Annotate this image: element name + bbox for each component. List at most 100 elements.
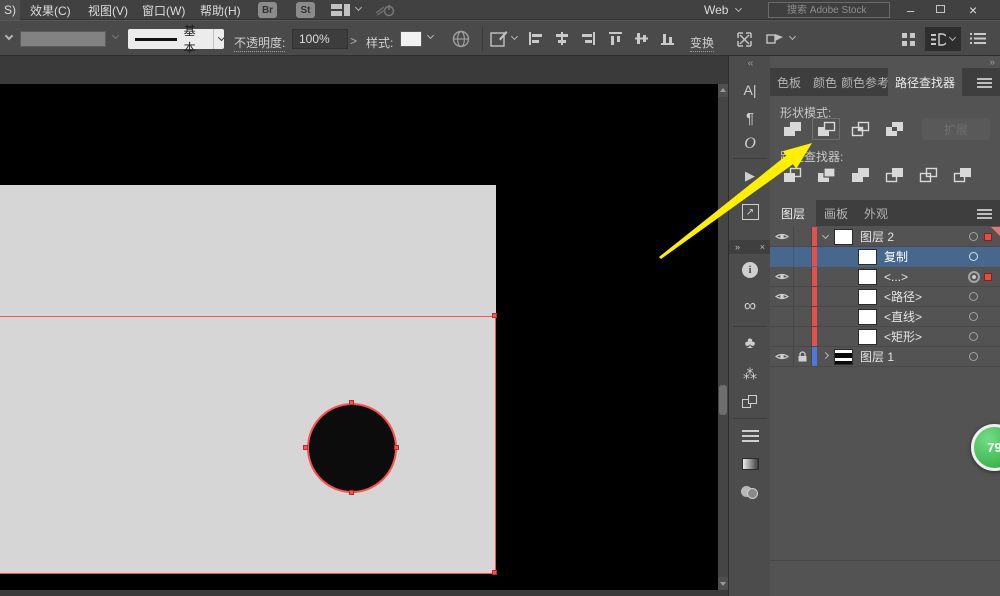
symbols-panel-icon[interactable]: ♣ [729, 332, 771, 356]
anchor-point[interactable] [492, 313, 497, 318]
anchor-point[interactable] [349, 400, 354, 405]
layer-label[interactable]: 图层 2 [860, 228, 894, 245]
layer-label[interactable]: <路径> [884, 288, 922, 305]
tab-color[interactable]: 颜色 [808, 68, 842, 96]
stroke-panel-icon[interactable] [729, 424, 771, 448]
unite-button[interactable] [778, 118, 806, 140]
restore-button[interactable] [936, 5, 945, 13]
target-circle[interactable] [969, 292, 978, 301]
target-circle[interactable] [969, 232, 978, 241]
layer-thumbnail[interactable] [834, 229, 853, 245]
outline-button[interactable] [914, 164, 942, 186]
layer-row[interactable]: <矩形> [770, 327, 1000, 347]
style-swatch[interactable] [400, 31, 422, 47]
bridge-button[interactable]: Br [258, 2, 277, 18]
workspace-chevron-icon[interactable] [355, 4, 362, 11]
tab-artboards[interactable]: 画板 [816, 200, 856, 226]
stroke-swatch[interactable] [20, 31, 106, 47]
layer-row-selected[interactable]: 复制 [770, 247, 1000, 267]
lock-cell[interactable] [794, 247, 812, 266]
tab-appearance[interactable]: 外观 [856, 200, 896, 226]
symbol-sprayer-icon[interactable]: ⁂ [729, 362, 771, 386]
style-label[interactable]: 样式: [366, 34, 393, 51]
anchor-point[interactable] [492, 570, 497, 575]
select-similar-chevron-icon[interactable] [789, 33, 796, 40]
lock-cell[interactable] [794, 267, 812, 286]
dock-collapse-icon[interactable]: ‹‹ [729, 58, 771, 69]
menu-item-window[interactable]: 窗口(W) [138, 0, 189, 20]
globe-icon[interactable] [452, 30, 470, 48]
panel-menu-icon[interactable] [977, 209, 992, 219]
opacity-label[interactable]: 不透明度: [234, 34, 285, 52]
visibility-toggle[interactable] [770, 327, 794, 346]
anchor-point[interactable] [303, 445, 308, 450]
character-panel-icon[interactable]: A| [729, 78, 771, 102]
panel-menu-icon[interactable] [977, 78, 992, 88]
trim-button[interactable] [812, 164, 840, 186]
visibility-toggle[interactable] [770, 307, 794, 326]
lock-cell[interactable] [794, 307, 812, 326]
visibility-toggle[interactable] [770, 267, 794, 286]
lock-cell[interactable] [794, 327, 812, 346]
menu-item-view[interactable]: 视图(V) [84, 0, 132, 20]
panel-collapse-icon[interactable]: ›› [989, 57, 994, 68]
expand-chevron-icon[interactable] [817, 236, 834, 238]
layer-label[interactable]: <...> [884, 270, 908, 284]
tab-pathfinder[interactable]: 路径查找器 [888, 68, 962, 96]
menu-item-partial[interactable]: S) [0, 0, 20, 20]
minus-back-button[interactable] [948, 164, 976, 186]
tab-layers[interactable]: 图层 [770, 200, 816, 226]
artboards-panel-icon[interactable]: ▶ [729, 164, 771, 188]
canvas-area[interactable] [0, 56, 728, 596]
workspace-layout-icon[interactable] [331, 4, 351, 17]
gradient-panel-icon[interactable] [729, 452, 771, 476]
layer-thumbnail[interactable] [834, 349, 853, 365]
align-right-icon[interactable] [580, 32, 596, 45]
menu-item-help[interactable]: 帮助(H) [196, 0, 245, 20]
v-scrollbar-track[interactable] [718, 84, 728, 590]
workspace-grid-icon[interactable] [902, 33, 916, 46]
expand-panel-icon[interactable]: » [735, 242, 740, 252]
pathfinder-panel-icon[interactable] [729, 390, 771, 414]
align-v-center-icon[interactable] [634, 32, 650, 45]
visibility-toggle[interactable] [770, 247, 794, 266]
layer-thumbnail[interactable] [858, 289, 877, 305]
lock-toggle[interactable] [794, 347, 812, 366]
target-circle-active[interactable] [968, 271, 980, 283]
transparency-panel-icon[interactable] [729, 480, 771, 504]
layer-thumbnail[interactable] [858, 329, 877, 345]
exclude-button[interactable] [880, 118, 908, 140]
tab-swatches[interactable]: 色板 [770, 68, 808, 96]
arrange-documents-button[interactable] [925, 27, 961, 51]
scroll-up-button[interactable] [718, 84, 728, 97]
lock-cell[interactable] [794, 227, 812, 246]
layer-label[interactable]: 复制 [884, 248, 908, 265]
lock-cell[interactable] [794, 287, 812, 306]
merge-button[interactable] [846, 164, 874, 186]
workspace-switcher[interactable]: Web [700, 0, 745, 20]
layer-thumbnail[interactable] [858, 249, 877, 265]
layer-label[interactable]: 图层 1 [860, 348, 894, 365]
layer-row[interactable]: 图层 2 [770, 227, 1000, 247]
opacity-field[interactable]: 100% [292, 29, 348, 49]
opentype-panel-icon[interactable]: O [729, 132, 771, 156]
v-scrollbar-thumb[interactable] [719, 385, 727, 415]
opacity-stepper[interactable]: > [350, 34, 357, 48]
minus-front-button[interactable] [812, 118, 840, 140]
style-chevron-icon[interactable] [427, 32, 434, 39]
search-input[interactable] [768, 2, 890, 18]
anchor-point[interactable] [394, 445, 399, 450]
target-circle[interactable] [969, 352, 978, 361]
scroll-down-button[interactable] [718, 577, 728, 590]
assistant-badge[interactable]: 79 [971, 424, 1000, 471]
paragraph-panel-icon[interactable]: ¶ [729, 106, 771, 130]
align-left-icon[interactable] [528, 32, 544, 45]
stock-button[interactable]: St [296, 2, 315, 18]
menu-list-icon[interactable] [970, 32, 986, 45]
tab-color-guide[interactable]: 颜色参考 [842, 68, 888, 96]
expand-button[interactable]: 扩展 [922, 118, 990, 140]
document-setup-icon[interactable] [490, 30, 508, 47]
align-top-icon[interactable] [608, 32, 624, 45]
target-circle[interactable] [969, 252, 978, 261]
target-circle[interactable] [969, 312, 978, 321]
